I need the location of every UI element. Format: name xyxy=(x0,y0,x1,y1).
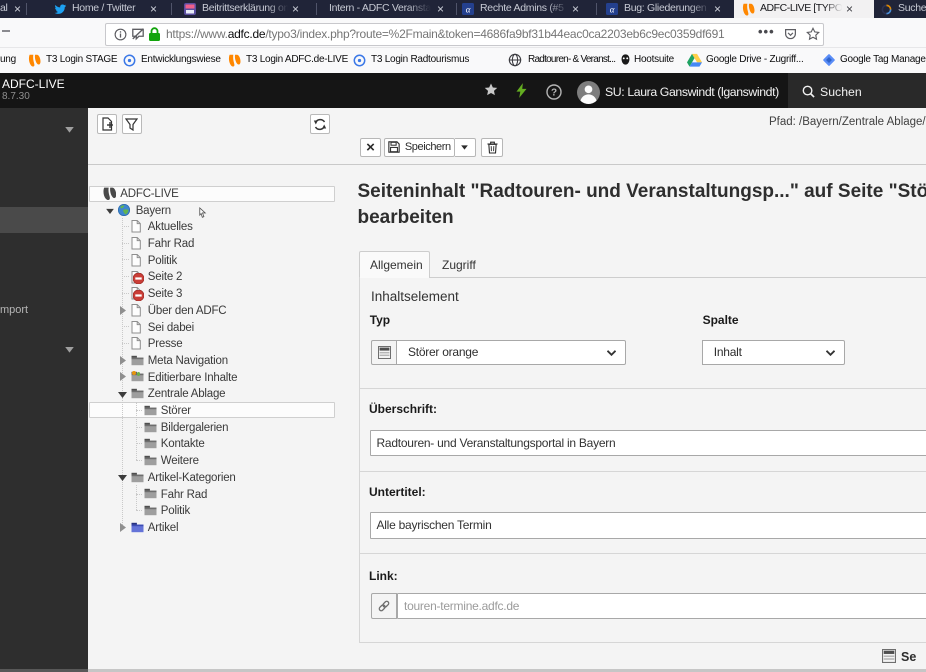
svg-text:α: α xyxy=(610,5,615,15)
svg-text:α: α xyxy=(466,5,471,15)
svg-text:?: ? xyxy=(551,88,557,99)
